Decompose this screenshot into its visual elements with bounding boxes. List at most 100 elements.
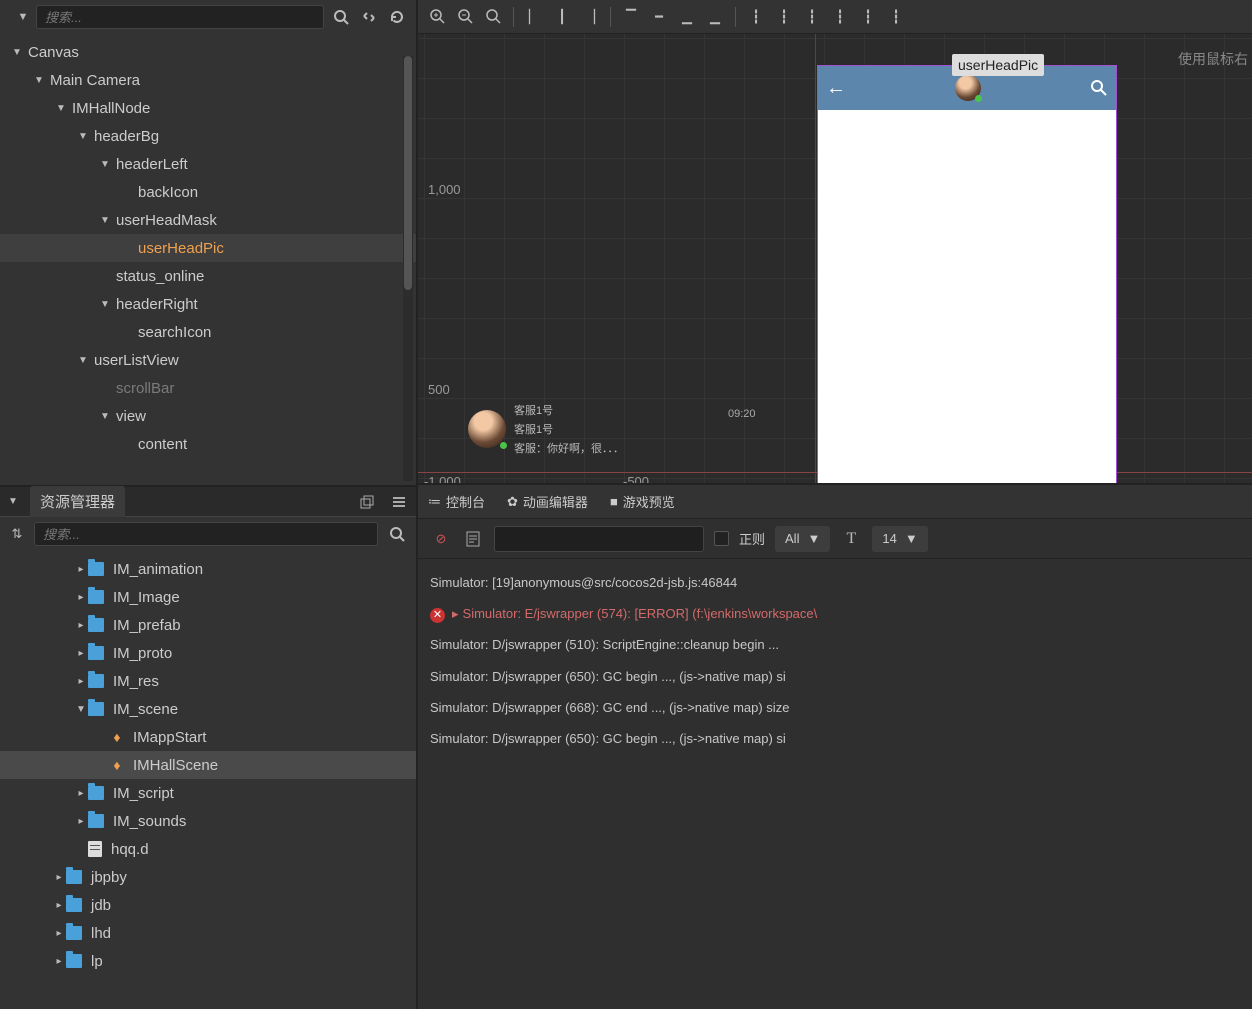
asset-item[interactable]: hqq.d (0, 835, 416, 863)
hierarchy-node[interactable]: ▼IMHallNode (0, 94, 416, 122)
expand-arrow-icon[interactable]: ▸ (74, 816, 88, 827)
scene-canvas[interactable]: 1,000 500 0 -1,000 -500 0 500 ← userHead… (418, 34, 1252, 483)
align-left-icon[interactable]: ▏ (523, 6, 545, 28)
collapse-icon[interactable] (358, 6, 380, 28)
zoom-out-icon[interactable] (454, 6, 476, 28)
zoom-in-icon[interactable] (426, 6, 448, 28)
asset-item[interactable]: ▸lhd (0, 919, 416, 947)
fontsize-select[interactable]: 14▼ (872, 526, 927, 552)
asset-item[interactable]: ▸IM_proto (0, 639, 416, 667)
hierarchy-node[interactable]: ▼Canvas (0, 38, 416, 66)
tab-preview[interactable]: ■游戏预览 (610, 492, 675, 511)
dist-v2-icon[interactable]: ┇ (857, 6, 879, 28)
expand-arrow-icon[interactable]: ▼ (98, 215, 112, 226)
hierarchy-scrollbar[interactable] (403, 56, 413, 481)
regex-checkbox[interactable] (714, 531, 729, 546)
hierarchy-node[interactable]: ▼headerRight (0, 290, 416, 318)
level-select[interactable]: All▼ (775, 526, 830, 552)
align-vcenter-icon[interactable]: ━ (648, 6, 670, 28)
expand-triangle-icon[interactable]: ▸ (452, 598, 459, 629)
expand-arrow-icon[interactable]: ▸ (74, 564, 88, 575)
hierarchy-node[interactable]: scrollBar (0, 374, 416, 402)
log-file-icon[interactable] (462, 528, 484, 550)
error-icon: ✕ (430, 608, 445, 623)
align-right-icon[interactable]: ▕ (579, 6, 601, 28)
asset-item[interactable]: ▸IM_sounds (0, 807, 416, 835)
hierarchy-node[interactable]: ▼view (0, 402, 416, 430)
search-icon[interactable] (1090, 79, 1108, 97)
hierarchy-node[interactable]: userHeadPic (0, 234, 416, 262)
node-label: backIcon (134, 184, 198, 201)
clear-icon[interactable]: ⊘ (430, 528, 452, 550)
dist-v3-icon[interactable]: ┇ (885, 6, 907, 28)
asset-item[interactable]: ▸IM_prefab (0, 611, 416, 639)
hierarchy-node[interactable]: ▼userListView (0, 346, 416, 374)
zoom-reset-icon[interactable] (482, 6, 504, 28)
asset-item[interactable]: ▸IM_animation (0, 555, 416, 583)
expand-arrow-icon[interactable]: ▸ (74, 676, 88, 687)
dist-h2-icon[interactable]: ┇ (773, 6, 795, 28)
dist-h3-icon[interactable]: ┇ (801, 6, 823, 28)
menu-icon[interactable] (388, 491, 410, 513)
align-top-icon[interactable]: ▔ (620, 6, 642, 28)
asset-item[interactable]: ▸jdb (0, 891, 416, 919)
dist-h-icon[interactable]: ┇ (745, 6, 767, 28)
log-line: Simulator: D/jswrapper (668): GC end ...… (430, 692, 1240, 723)
expand-arrow-icon[interactable]: ▼ (98, 159, 112, 170)
expand-arrow-icon[interactable]: ▼ (98, 299, 112, 310)
expand-arrow-icon[interactable]: ▼ (98, 411, 112, 422)
asset-item[interactable]: ▸IM_res (0, 667, 416, 695)
asset-item[interactable]: ▸IM_script (0, 779, 416, 807)
dist-v-icon[interactable]: ┇ (829, 6, 851, 28)
tab-animation[interactable]: ✿动画编辑器 (507, 492, 588, 511)
assets-tab[interactable]: 资源管理器 (30, 486, 125, 517)
expand-arrow-icon[interactable]: ▼ (76, 131, 90, 142)
expand-arrow-icon[interactable]: ▸ (52, 928, 66, 939)
sort-icon[interactable]: ⇅ (8, 526, 26, 542)
search-icon[interactable] (386, 523, 408, 545)
align-hcenter-icon[interactable]: ┃ (551, 6, 573, 28)
expand-arrow-icon[interactable]: ▼ (10, 47, 24, 58)
asset-item[interactable]: ▸lp (0, 947, 416, 975)
align-bottom-icon[interactable]: ▁ (676, 6, 698, 28)
search-icon[interactable] (330, 6, 352, 28)
hierarchy-node[interactable]: ▼Main Camera (0, 66, 416, 94)
expand-arrow-icon[interactable]: ▸ (74, 620, 88, 631)
console-tabbar: ≔控制台 ✿动画编辑器 ■游戏预览 (418, 485, 1252, 519)
expand-arrow-icon[interactable]: ▼ (54, 103, 68, 114)
console-filter-input[interactable] (494, 526, 704, 552)
assets-root-arrow[interactable]: ▼ (6, 496, 20, 507)
node-label: userHeadMask (112, 212, 217, 229)
asset-item[interactable]: ▸IM_Image (0, 583, 416, 611)
expand-arrow-icon[interactable]: ▸ (74, 788, 88, 799)
asset-item[interactable]: ▸jbpby (0, 863, 416, 891)
expand-arrow-icon[interactable]: ▼ (32, 75, 46, 86)
hierarchy-node[interactable]: ▼headerLeft (0, 150, 416, 178)
hierarchy-node[interactable]: ▼headerBg (0, 122, 416, 150)
back-icon[interactable]: ← (826, 77, 846, 100)
tab-console[interactable]: ≔控制台 (428, 492, 485, 511)
expand-arrow-icon[interactable]: ▸ (74, 648, 88, 659)
console-log[interactable]: Simulator: [19]anonymous@src/cocos2d-jsb… (418, 559, 1252, 1009)
hierarchy-node[interactable]: searchIcon (0, 318, 416, 346)
expand-arrow-icon[interactable]: ▸ (52, 872, 66, 883)
hierarchy-node[interactable]: status_online (0, 262, 416, 290)
hierarchy-root-arrow[interactable]: ▼ (16, 11, 30, 23)
hierarchy-node[interactable]: backIcon (0, 178, 416, 206)
expand-arrow-icon[interactable]: ▸ (52, 956, 66, 967)
align-extra-icon[interactable]: ▁ (704, 6, 726, 28)
expand-arrow-icon[interactable]: ▼ (74, 704, 88, 715)
popout-icon[interactable] (356, 491, 378, 513)
expand-arrow-icon[interactable]: ▸ (52, 900, 66, 911)
refresh-icon[interactable] (386, 6, 408, 28)
font-icon[interactable]: T (840, 528, 862, 550)
hierarchy-search-input[interactable] (36, 5, 324, 29)
expand-arrow-icon[interactable]: ▼ (76, 355, 90, 366)
assets-search-input[interactable] (34, 522, 378, 546)
hierarchy-node[interactable]: ▼userHeadMask (0, 206, 416, 234)
asset-item[interactable]: ▼IM_scene (0, 695, 416, 723)
expand-arrow-icon[interactable]: ▸ (74, 592, 88, 603)
asset-item[interactable]: ♦IMHallScene (0, 751, 416, 779)
hierarchy-node[interactable]: content (0, 430, 416, 458)
asset-item[interactable]: ♦IMappStart (0, 723, 416, 751)
